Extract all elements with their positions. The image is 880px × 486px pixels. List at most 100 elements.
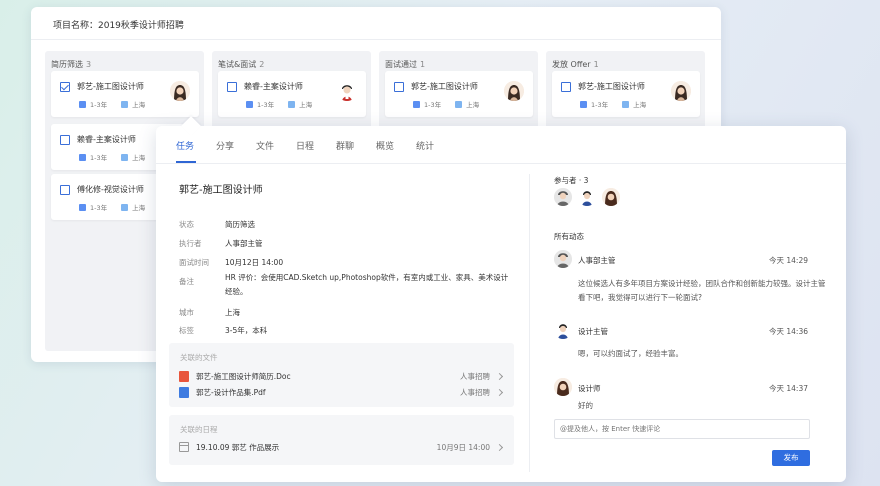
chevron-right-icon <box>495 388 504 396</box>
field-label-tags: 标签 <box>179 326 194 335</box>
avatar <box>504 81 524 101</box>
activity-text: 好的 <box>578 401 593 410</box>
related-files: 关联的文件 郭艺-施工图设计师简历.Doc 人事招聘 郭艺-设计作品集.Pdf … <box>169 343 514 407</box>
card-checkbox[interactable] <box>60 82 70 92</box>
tab-files[interactable]: 文件 <box>256 139 274 152</box>
activity-time: 今天 14:36 <box>769 327 808 336</box>
calendar-icon <box>179 442 189 452</box>
location-icon <box>121 203 129 211</box>
card-meta: 1-3年 上海 <box>79 152 145 162</box>
card-checkbox[interactable] <box>60 135 70 145</box>
field-label-status: 状态 <box>179 220 194 229</box>
experience-icon <box>79 153 86 161</box>
experience-icon <box>580 100 587 108</box>
task-title: 郭艺-施工图设计师 <box>179 185 263 196</box>
avatar <box>337 81 357 101</box>
field-value-note[interactable]: HR 评价：会使用CAD.Sketch up,Photoshop软件，有室内或工… <box>225 271 515 299</box>
experience-icon <box>413 100 420 108</box>
schedule-row[interactable]: 19.10.09 郭艺 作品展示 10月9日 14:00 <box>179 441 504 453</box>
card-checkbox[interactable] <box>394 82 404 92</box>
candidate-card[interactable]: 赖睿-主案设计师 1-3年 上海 <box>218 71 366 117</box>
activity-author: 人事部主管 <box>578 256 616 265</box>
tab-schedule[interactable]: 日程 <box>296 139 314 152</box>
column-title: 笔试&面试 2 <box>218 60 265 69</box>
column-title: 面试通过 1 <box>385 60 426 69</box>
card-checkbox[interactable] <box>60 185 70 195</box>
card-meta: 1-3年 上海 <box>79 99 145 109</box>
participants-title: 参与者 · 3 <box>554 176 589 185</box>
avatar <box>170 81 190 101</box>
pdf-icon <box>179 386 189 398</box>
experience-icon <box>79 100 86 108</box>
location-icon <box>121 100 129 108</box>
board-divider <box>31 39 721 40</box>
chevron-right-icon <box>495 372 504 380</box>
location-icon <box>622 100 630 108</box>
tab-group-chat[interactable]: 群聊 <box>336 139 354 152</box>
project-title: 项目名称：2019秋季设计师招聘 <box>53 21 184 31</box>
tab-share[interactable]: 分享 <box>216 139 234 152</box>
avatar <box>671 81 691 101</box>
field-value-assignee[interactable]: 人事部主管 <box>225 238 263 249</box>
panel-divider <box>529 174 530 472</box>
avatar <box>554 321 572 339</box>
activity-author: 设计主管 <box>578 327 608 336</box>
comment-input[interactable] <box>554 419 810 439</box>
task-detail-panel: 任务 分享 文件 日程 群聊 概览 统计 郭艺-施工图设计师 状态 简历筛选 执… <box>156 116 846 482</box>
chevron-right-icon <box>495 443 504 451</box>
experience-icon <box>246 100 253 108</box>
location-icon <box>455 100 463 108</box>
related-schedule-title: 关联的日程 <box>180 425 218 434</box>
avatar <box>554 378 572 396</box>
card-meta: 1-3年 上海 <box>413 99 479 109</box>
location-icon <box>121 153 129 161</box>
candidate-name: 郭艺-施工图设计师 <box>578 82 645 91</box>
experience-icon <box>79 203 86 211</box>
field-label-assignee: 执行者 <box>179 239 202 248</box>
avatar <box>554 250 572 268</box>
candidate-card[interactable]: 郭艺-施工图设计师 1-3年 上海 <box>51 71 199 117</box>
tab-tasks[interactable]: 任务 <box>176 139 194 152</box>
candidate-name: 郭艺-施工图设计师 <box>77 82 144 91</box>
tab-overview[interactable]: 概览 <box>376 139 394 152</box>
participant-avatar[interactable] <box>578 188 596 206</box>
tab-bar: 任务 分享 文件 日程 群聊 概览 统计 <box>156 126 846 164</box>
candidate-card[interactable]: 郭艺-施工图设计师 1-3年 上海 <box>385 71 533 117</box>
column-title: 发放 Offer 1 <box>552 60 599 69</box>
candidate-name: 赖睿-主案设计师 <box>77 135 136 144</box>
card-meta: 1-3年 上海 <box>580 99 646 109</box>
field-label-city: 城市 <box>179 308 194 317</box>
active-tab-indicator <box>176 161 196 163</box>
related-files-title: 关联的文件 <box>180 353 218 362</box>
participant-avatar[interactable] <box>554 188 572 206</box>
activity-text: 嗯，可以约面试了，经验丰富。 <box>578 349 683 358</box>
activity-text: 这位候选人有多年项目方案设计经验，团队合作和创新能力较强。设计主管看下吧，我觉得… <box>578 279 826 302</box>
field-label-interview-time: 面试时间 <box>179 258 209 267</box>
column-title: 简历筛选 3 <box>51 60 92 69</box>
activity-time: 今天 14:37 <box>769 384 808 393</box>
related-schedule: 关联的日程 19.10.09 郭艺 作品展示 10月9日 14:00 <box>169 415 514 465</box>
candidate-name: 赖睿-主案设计师 <box>244 82 303 91</box>
field-label-note: 备注 <box>179 277 194 286</box>
field-value-city[interactable]: 上海 <box>225 307 240 318</box>
file-row[interactable]: 郭艺-施工图设计师简历.Doc 人事招聘 <box>179 370 504 382</box>
candidate-name: 郭艺-施工图设计师 <box>411 82 478 91</box>
location-icon <box>288 100 296 108</box>
field-value-interview-time[interactable]: 10月12日 14:00 <box>225 257 283 268</box>
candidate-card[interactable]: 郭艺-施工图设计师 1-3年 上海 <box>552 71 700 117</box>
activity-title: 所有动态 <box>554 232 584 241</box>
card-checkbox[interactable] <box>227 82 237 92</box>
file-row[interactable]: 郭艺-设计作品集.Pdf 人事招聘 <box>179 386 504 398</box>
participant-avatar[interactable] <box>602 188 620 206</box>
candidate-name: 傅化修-视觉设计师 <box>77 185 144 194</box>
card-meta: 1-3年 上海 <box>79 202 145 212</box>
tab-stats[interactable]: 统计 <box>416 139 434 152</box>
field-value-tags[interactable]: 3-5年，本科 <box>225 325 267 336</box>
doc-icon <box>179 370 189 382</box>
activity-author: 设计师 <box>578 384 601 393</box>
card-checkbox[interactable] <box>561 82 571 92</box>
publish-button[interactable]: 发布 <box>772 450 810 466</box>
field-value-status[interactable]: 简历筛选 <box>225 219 255 230</box>
card-meta: 1-3年 上海 <box>246 99 312 109</box>
activity-time: 今天 14:29 <box>769 256 808 265</box>
